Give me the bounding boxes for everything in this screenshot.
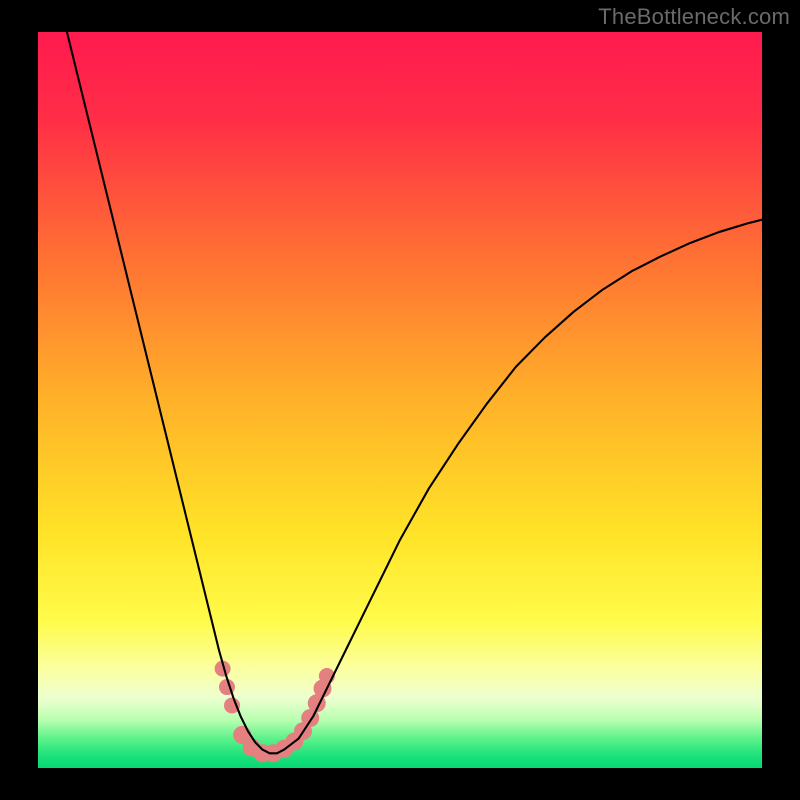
- chart-frame: TheBottleneck.com: [0, 0, 800, 800]
- bottleneck-chart: [0, 0, 800, 800]
- watermark-text: TheBottleneck.com: [598, 4, 790, 30]
- plot-background: [38, 32, 762, 768]
